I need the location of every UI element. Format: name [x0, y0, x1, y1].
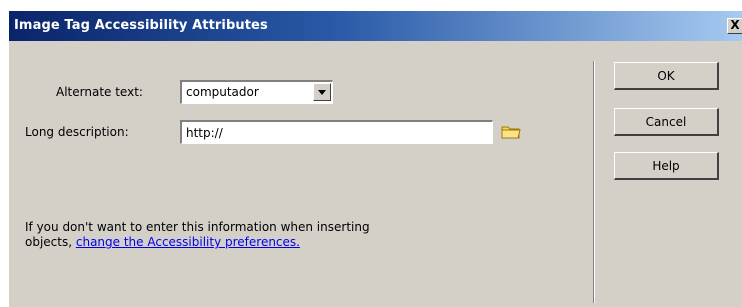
info-line-1: If you don't want to enter this informat… — [25, 220, 370, 234]
help-button[interactable]: Help — [614, 152, 719, 180]
dialog-title: Image Tag Accessibility Attributes — [14, 18, 268, 33]
info-text: If you don't want to enter this informat… — [25, 220, 495, 250]
title-bar[interactable]: Image Tag Accessibility Attributes X — [9, 11, 742, 41]
ok-button[interactable]: OK — [614, 62, 719, 90]
info-line-2-prefix: objects, — [25, 235, 76, 249]
cancel-button[interactable]: Cancel — [614, 108, 719, 136]
long-description-label: Long description: — [25, 125, 129, 139]
dialog-window: Image Tag Accessibility Attributes X Alt… — [9, 11, 742, 307]
alternate-text-label: Alternate text: — [56, 85, 143, 99]
accessibility-preferences-link[interactable]: change the Accessibility preferences. — [76, 235, 300, 249]
info-line-2: objects, change the Accessibility prefer… — [25, 235, 495, 250]
alternate-text-combobox[interactable]: computador — [180, 80, 333, 104]
vertical-separator — [593, 61, 595, 303]
dropdown-arrow-icon[interactable] — [313, 83, 331, 101]
alternate-text-value: computador — [186, 85, 259, 99]
folder-icon[interactable] — [501, 124, 521, 140]
long-description-input[interactable] — [180, 120, 493, 144]
close-button[interactable]: X — [727, 18, 742, 34]
